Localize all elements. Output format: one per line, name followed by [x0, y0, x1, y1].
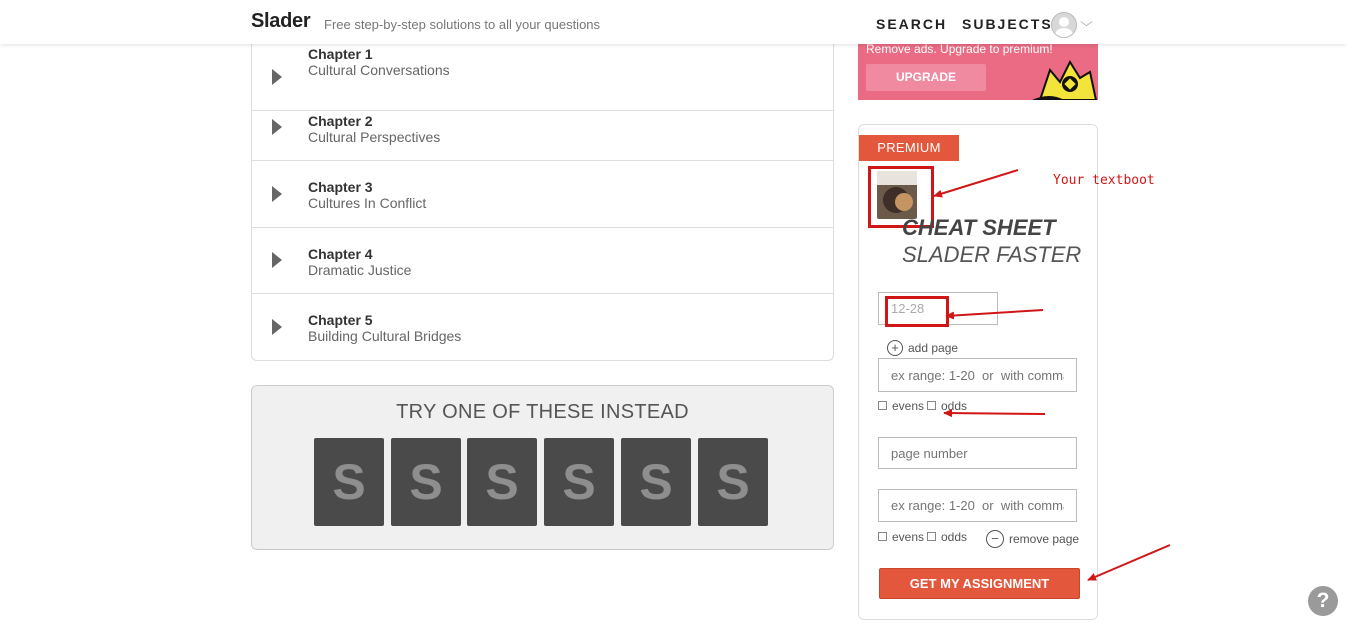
odds-label: odds [941, 530, 968, 544]
chapter-subtitle: Dramatic Justice [308, 262, 412, 278]
chapter-title: Chapter 3 [308, 179, 373, 195]
chapter-subtitle: Building Cultural Bridges [308, 328, 462, 344]
annotation-note: Your textboot [1053, 173, 1155, 188]
try-instead-title: TRY ONE OF THESE INSTEAD [396, 401, 689, 423]
chapter-item-2[interactable]: Chapter 2 Cultural Perspectives [252, 94, 833, 161]
evens-label: evens [892, 530, 925, 544]
page-number-input[interactable] [878, 437, 1077, 469]
help-icon[interactable]: ? [1308, 586, 1338, 616]
suggested-book-tile[interactable]: S [391, 438, 461, 526]
remove-page-link[interactable]: remove page [1009, 532, 1079, 546]
odds-label: odds [941, 399, 968, 413]
upgrade-banner[interactable]: Remove ads. Upgrade to premium! UPGRADE [858, 44, 1098, 100]
problem-range-input-2[interactable] [878, 489, 1077, 522]
evens-checkbox[interactable] [878, 401, 887, 410]
try-instead-panel: TRY ONE OF THESE INSTEAD S S S S S S [251, 385, 834, 550]
odds-checkbox-2[interactable] [927, 532, 936, 541]
play-arrow-icon [272, 186, 282, 202]
suggested-book-tile[interactable]: S [314, 438, 384, 526]
premium-cheat-sheet-panel: PREMIUM CHEAT SHEET SLADER FASTER 12-28 … [858, 124, 1098, 620]
top-header: Slader Free step-by-step solutions to al… [0, 0, 1346, 44]
upgrade-button[interactable]: UPGRADE [866, 64, 986, 91]
chapter-subtitle: Cultural Perspectives [308, 129, 441, 145]
suggested-book-tile[interactable]: S [698, 438, 768, 526]
chapter-title: Chapter 5 [308, 312, 373, 328]
premium-badge: PREMIUM [859, 135, 959, 161]
minus-circle-icon[interactable]: − [986, 530, 1004, 548]
annotation-highlight-box [885, 296, 949, 327]
chapter-item-5[interactable]: Chapter 5 Building Cultural Bridges [252, 294, 833, 360]
problem-range-input[interactable] [878, 358, 1077, 392]
play-arrow-icon [272, 319, 282, 335]
suggested-book-tile[interactable]: S [467, 438, 537, 526]
odds-checkbox[interactable] [927, 401, 936, 410]
get-my-assignment-button[interactable]: GET MY ASSIGNMENT [879, 568, 1080, 599]
add-page-link[interactable]: add page [908, 341, 958, 355]
avatar-head [1059, 17, 1069, 27]
avatar[interactable] [1051, 12, 1077, 38]
chapter-subtitle: Cultures In Conflict [308, 195, 427, 211]
chapter-item-4[interactable]: Chapter 4 Dramatic Justice [252, 227, 833, 294]
play-arrow-icon [272, 119, 282, 135]
chevron-down-icon[interactable]: ⌵ [1080, 15, 1093, 30]
chapter-title: Chapter 2 [308, 113, 373, 129]
chapter-title: Chapter 1 [308, 46, 373, 62]
chapter-item-3[interactable]: Chapter 3 Cultures In Conflict [252, 161, 833, 228]
play-arrow-icon [272, 252, 282, 268]
chapter-title: Chapter 4 [308, 246, 373, 262]
mascot-icon [1032, 59, 1098, 100]
cheat-sheet-title: CHEAT SHEET [902, 215, 1056, 240]
suggested-book-tile[interactable]: S [621, 438, 691, 526]
evens-checkbox-2[interactable] [878, 532, 887, 541]
upgrade-text: Remove ads. Upgrade to premium! [866, 44, 1053, 56]
avatar-body [1055, 28, 1073, 37]
nav-subjects-link[interactable]: SUBJECTS [962, 16, 1053, 32]
nav-search-link[interactable]: SEARCH [876, 16, 947, 32]
cheat-sheet-subtitle: SLADER FASTER [902, 242, 1082, 267]
play-arrow-icon [272, 69, 282, 85]
suggested-book-tile[interactable]: S [544, 438, 614, 526]
tagline: Free step-by-step solutions to all your … [324, 17, 601, 32]
chapter-list: Chapter 1 Cultural Conversations Chapter… [251, 44, 834, 361]
annotation-arrow [1087, 544, 1171, 581]
plus-circle-icon[interactable]: + [887, 340, 903, 356]
slader-logo[interactable]: Slader [251, 10, 311, 33]
evens-label: evens [892, 399, 925, 413]
chapter-subtitle: Cultural Conversations [308, 62, 450, 78]
